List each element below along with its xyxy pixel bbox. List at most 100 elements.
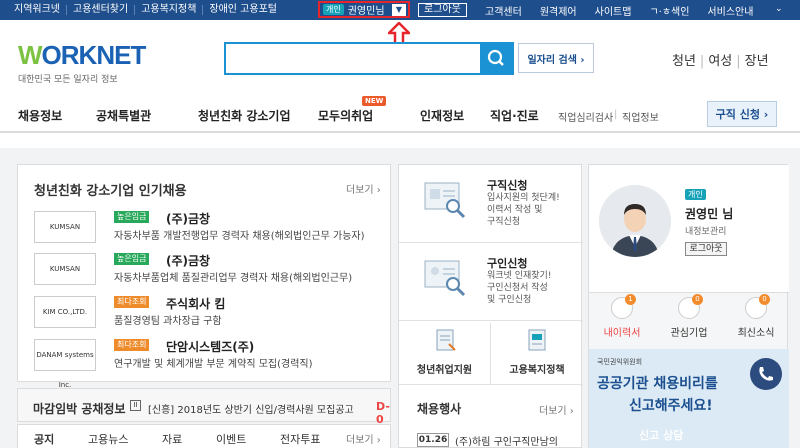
profile-stats: 1 내이력서 0 관심기업 0 최신소식 [589,294,789,345]
hire-title: 구인신청 [487,257,528,270]
avatar [599,185,671,257]
pause-icon[interactable]: II [130,400,141,411]
search-icon [487,49,504,66]
popular-more-link[interactable]: 더보기 › [346,181,381,196]
deadline-item[interactable]: [신흥] 2018년도 상반기 신입/경력사원 모집공고 [148,401,354,416]
profile-panel: 개인 권영민 님 내정보관리 로그아웃 1 내이력서 0 관심기업 0 최신소식… [588,164,789,448]
search-button[interactable] [480,44,512,73]
link-index[interactable]: ㄱ·ㅎ색인 [640,3,698,18]
event-text[interactable]: (주)하림 구인구직만남의 [455,433,558,448]
hire-apply-item[interactable]: 구인신청 워크넷 인재찾기! 구인신청서 작성 및 구인신청 [399,243,583,321]
banner-org: 국민권익위원회 [597,358,643,366]
job-desc[interactable]: 자동차부품업체 품질관리업무 경력자 채용(해외법인근무) [114,269,352,284]
nav-everyone[interactable]: 모두의취업 [318,107,373,124]
talent-search-icon [424,260,466,297]
job-tag: 최다조회 [114,339,150,351]
link-support[interactable]: 고객센터 [476,3,531,18]
building-icon: 0 [678,294,703,319]
link-disabled[interactable]: 장애인 고용포털 [203,5,283,15]
user-type-badge: 개인 [685,189,706,200]
logo-subtitle: 대한민국 모든 일자리 정보 [18,75,118,85]
nav-public[interactable]: 공채특별관 [96,107,151,124]
stat-interest[interactable]: 0 관심기업 [656,294,722,339]
my-info-link[interactable]: 내정보관리 [685,224,726,237]
nav-psych-test[interactable]: 직업심리검사 [558,109,613,124]
link-remote[interactable]: 원격제어 [531,3,586,18]
job-item[interactable]: KUMSAN 높은임금 (주)금창 자동차부품업체 품질관리업무 경력자 채용(… [34,253,384,287]
banner-line3: 신고 상담 [639,429,684,442]
tab-vote[interactable]: 전자투표 [280,431,320,447]
job-desc[interactable]: 자동차부품 개발전행업무 경력자 채용(해외법인근무 가능자) [114,227,365,242]
phone-icon [750,358,782,390]
company-name[interactable]: (주)금창 [166,210,210,227]
job-search-button[interactable]: 일자리 검색 › [518,43,594,73]
job-tag: 최다조회 [114,296,150,308]
stat-resume[interactable]: 1 내이력서 [589,294,655,339]
deadline-title: 마감임박 공채정보 [33,402,126,416]
nav-career[interactable]: 직업·진로 [490,107,539,124]
search-box [224,42,514,75]
job-tag: 높은임금 [114,211,150,223]
job-apply-button[interactable]: 구직 신청 › [707,101,777,127]
tab-senior[interactable]: 장년 [741,54,773,69]
chevron-down-icon[interactable]: ▼ [392,4,406,16]
nav-job-info[interactable]: 직업정보 [622,109,659,124]
report-banner[interactable]: 국민권익위원회 공공기관 채용비리를 신고해주세요! 신고 상담 [589,349,789,448]
user-menu[interactable]: 개인 권영민님 ▼ [318,1,410,18]
events-title: 채용행사 [417,402,462,416]
nav-jobs[interactable]: 채용정보 [18,107,62,124]
tab-women[interactable]: 여성 [704,54,736,69]
banner-line2: 신고해주세요! [629,398,713,414]
worknet-logo[interactable]: WORKNET 대한민국 모든 일자리 정보 [18,40,146,85]
chevron-down-icon[interactable]: ⌄ [766,4,792,14]
top-right-links: 고객센터 원격제어 사이트맵 ㄱ·ㅎ색인 서비스안내 ⌄ [476,0,783,20]
job-item[interactable]: DANAM systems Inc. 최다조회 단암시스템즈(주) 연구개발 및… [34,338,384,389]
job-desc[interactable]: 품질경영팀 과차장급 구함 [114,312,222,327]
tab-notice[interactable]: 공지 [34,431,54,447]
profile-name: 권영민 님 [685,207,734,221]
stat-news[interactable]: 0 최신소식 [723,294,789,339]
job-item[interactable]: KIM CO.,LTD. 최다조회 주식회사 킴 품질경영팀 과차장급 구함 [34,296,384,330]
resume-count: 1 [625,294,636,305]
resume-search-icon [424,182,466,219]
job-desc[interactable]: 연구개발 및 체계개발 부문 계약직 모집(경력직) [114,355,313,370]
document-icon [436,329,456,351]
nav-youth-company[interactable]: 청년친화 강소기업 [198,107,291,124]
company-logo: KIM CO.,LTD. [34,296,96,328]
company-logo: KUMSAN [34,253,96,285]
popular-title: 청년친화 강소기업 인기채용 [34,184,187,199]
top-bar: 지역워크넷 고용센터찾기 고용복지정책 장애인 고용포털 개인 권영민님 ▼ 로… [0,0,800,20]
search-input[interactable] [226,44,482,73]
profile-logout-button[interactable]: 로그아웃 [685,242,727,256]
company-name[interactable]: (주)금창 [166,252,210,269]
tab-data[interactable]: 자료 [162,431,182,447]
person-icon [599,185,671,257]
link-service[interactable]: 서비스안내 [698,3,762,18]
job-item[interactable]: KUMSAN 높은임금 (주)금창 자동차부품 개발전행업무 경력자 채용(해외… [34,211,384,245]
link-sitemap[interactable]: 사이트맵 [586,3,641,18]
company-name[interactable]: 주식회사 킴 [166,295,225,312]
notice-more-link[interactable]: 더보기 › [346,431,381,446]
notice-tabs: 공지 고용뉴스 자료 이벤트 전자투표 더보기 › [17,424,391,448]
link-region[interactable]: 지역워크넷 [8,5,67,15]
seek-apply-item[interactable]: 구직신청 입사지원의 첫단계! 이력서 작성 및 구직신청 [399,165,583,243]
interest-label: 관심기업 [670,328,708,339]
top-links: 지역워크넷 고용센터찾기 고용복지정책 장애인 고용포털 [8,0,283,20]
company-name[interactable]: 단암시스템즈(주) [166,338,254,355]
hire-desc: 워크넷 인재찾기! 구인신청서 작성 및 구인신청 [487,271,552,305]
tab-youth[interactable]: 청년 [668,54,700,69]
banner-line1: 공공기관 채용비리를 [597,376,718,392]
bell-icon: 0 [745,294,770,319]
user-type-badge: 개인 [323,4,344,15]
welfare-policy-item[interactable]: 고용복지정책 [491,323,583,385]
logout-button[interactable]: 로그아웃 [418,3,467,17]
link-policy[interactable]: 고용복지정책 [135,5,204,15]
tab-event[interactable]: 이벤트 [216,431,246,447]
nav-talent[interactable]: 인재정보 [420,107,464,124]
tab-news[interactable]: 고용뉴스 [88,431,128,447]
link-center[interactable]: 고용센터찾기 [67,5,136,15]
events-more-link[interactable]: 더보기 › [539,402,574,417]
popular-jobs-panel: 청년친화 강소기업 인기채용 더보기 › KUMSAN 높은임금 (주)금창 자… [17,164,391,389]
main-nav: 채용정보 공채특별관 청년친화 강소기업 모두의취업 NEW 인재정보 직업·진… [0,96,800,133]
youth-support-item[interactable]: 청년취업지원 [399,323,491,385]
